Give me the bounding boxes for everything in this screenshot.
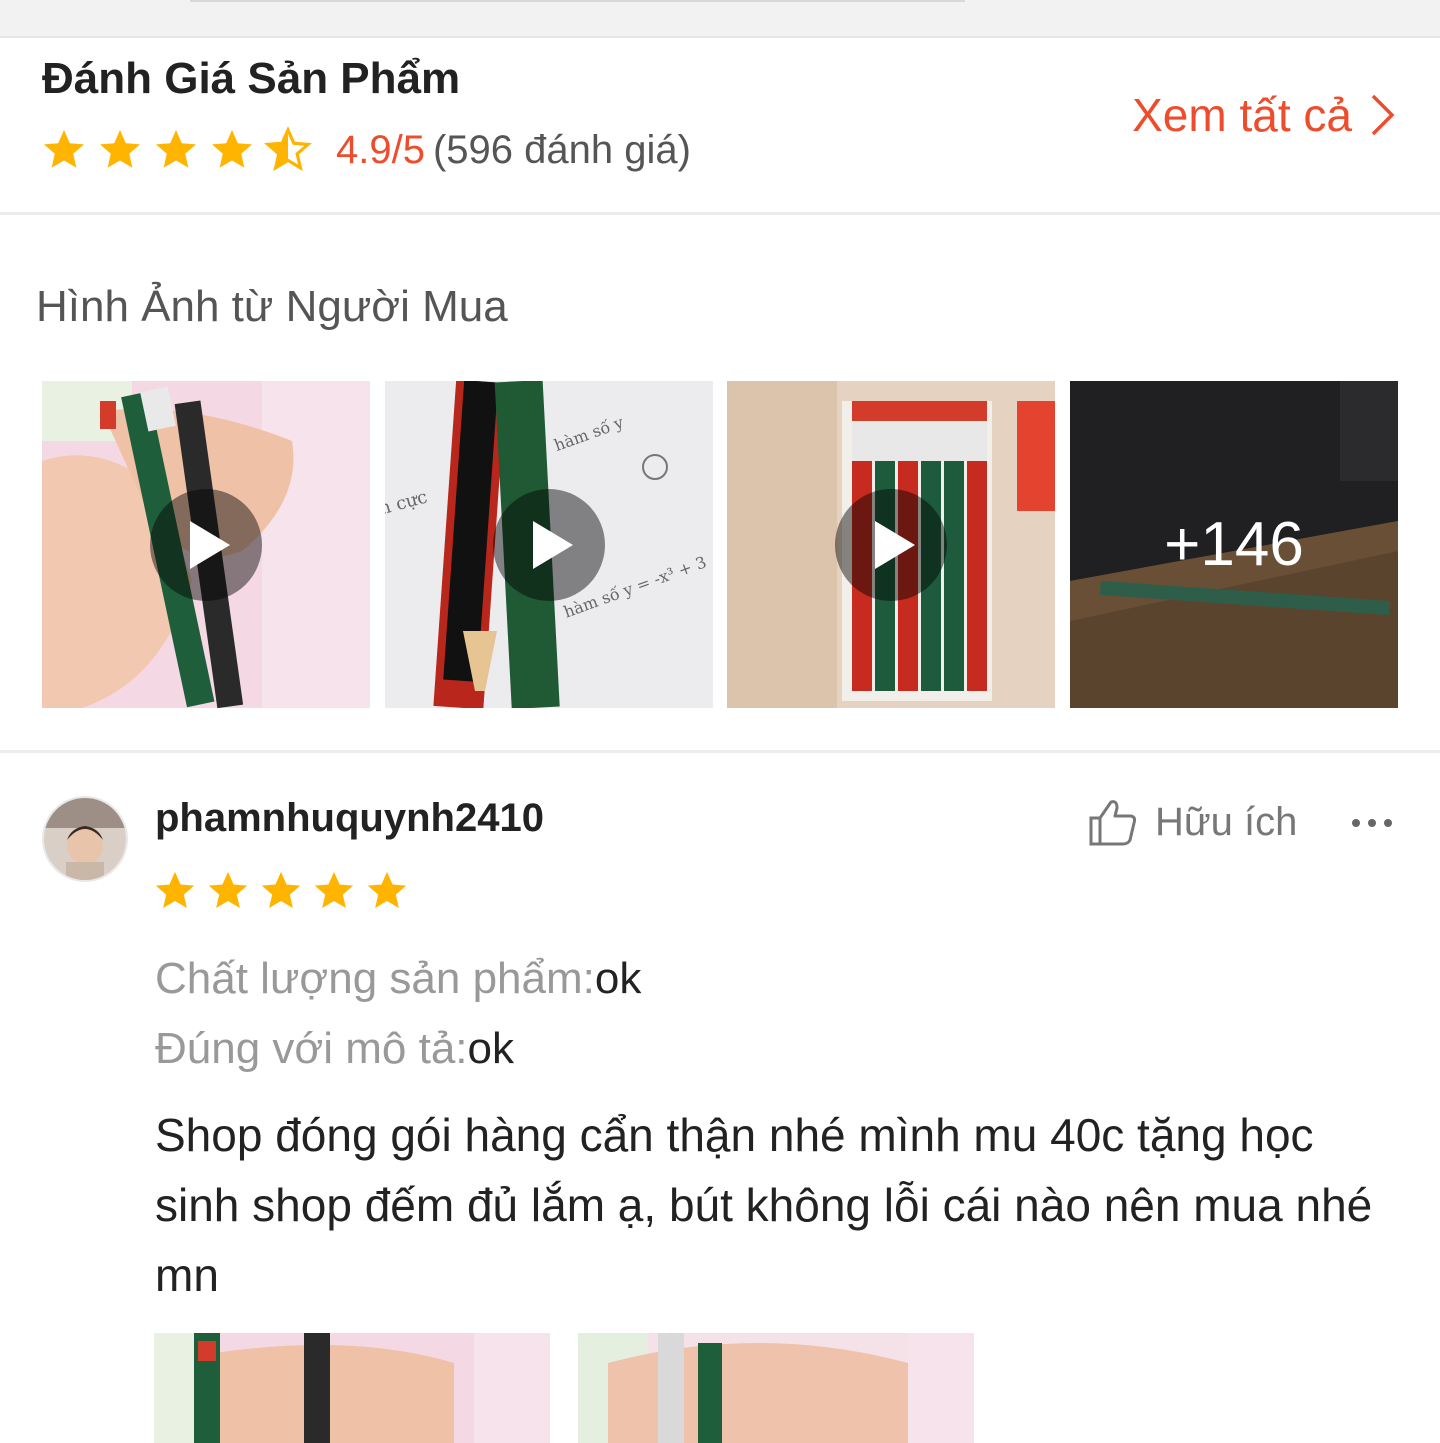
star-icon [100,130,140,168]
play-icon [533,520,573,569]
review-photo-hand-pencil [578,1333,974,1443]
buyer-photo-thumb[interactable]: hàm số y m cực hàm số y = -x³ + 3 [385,381,713,708]
helpful-label: Hữu ích [1155,799,1298,844]
see-all-link[interactable]: Xem tất cả [1132,88,1396,142]
chevron-right-icon [1371,94,1395,136]
star-icon [314,871,354,909]
video-play-button[interactable] [493,488,605,601]
helpful-button[interactable]: Hữu ích [1087,796,1297,848]
review-photo-hand-pencil [154,1333,550,1443]
see-all-label: Xem tất cả [1132,89,1352,141]
review-photo-thumb[interactable] [154,1333,550,1443]
avatar[interactable] [42,796,128,882]
thumbs-up-icon [1089,800,1137,846]
review-stars [152,868,417,914]
buyer-photos-title: Hình Ảnh từ Người Mua [36,282,508,331]
review-attribute-description: Đúng với mô tả:ok [155,1024,514,1074]
video-play-button[interactable] [835,488,947,601]
play-icon [875,520,915,569]
rating-title: Đánh Giá Sản Phẩm [42,54,461,103]
review-attribute-quality: Chất lượng sản phẩm:ok [155,954,641,1004]
attribute-label: Chất lượng sản phẩm: [155,954,595,1003]
attribute-value: ok [594,954,642,1003]
star-icon [155,871,195,909]
buyer-photo-thumb[interactable] [42,381,370,708]
rating-stars: 4.9/5 (596 đánh giá) [40,124,691,176]
more-photos-count: +146 [1070,381,1398,708]
star-icon [156,130,196,168]
attribute-label: Đúng với mô tả: [155,1024,468,1073]
review-photo-thumb[interactable] [578,1333,974,1443]
star-icon [367,871,407,909]
avatar-image [44,798,126,880]
more-options-icon[interactable] [1350,808,1394,838]
star-icon [212,130,252,168]
star-icon [261,871,301,909]
star-icon [208,871,248,909]
star-icon [44,130,84,168]
divider [0,750,1440,753]
buyer-photo-thumb[interactable]: +146 [1070,381,1398,708]
review-comment: Shop đóng gói hàng cẩn thận nhé mình mu … [155,1109,1373,1301]
search-bar-edge [190,0,965,2]
buyer-photo-thumb[interactable] [727,381,1055,708]
video-play-button[interactable] [150,488,262,601]
divider [0,212,1440,215]
rating-score: 4.9/5 [336,127,425,172]
top-bar [0,0,1440,38]
attribute-value: ok [467,1024,515,1073]
rating-count: (596 đánh giá) [432,127,691,172]
half-star-icon [264,126,312,172]
reviewer-username: phamnhuquynh2410 [155,796,544,840]
play-icon [190,520,230,569]
